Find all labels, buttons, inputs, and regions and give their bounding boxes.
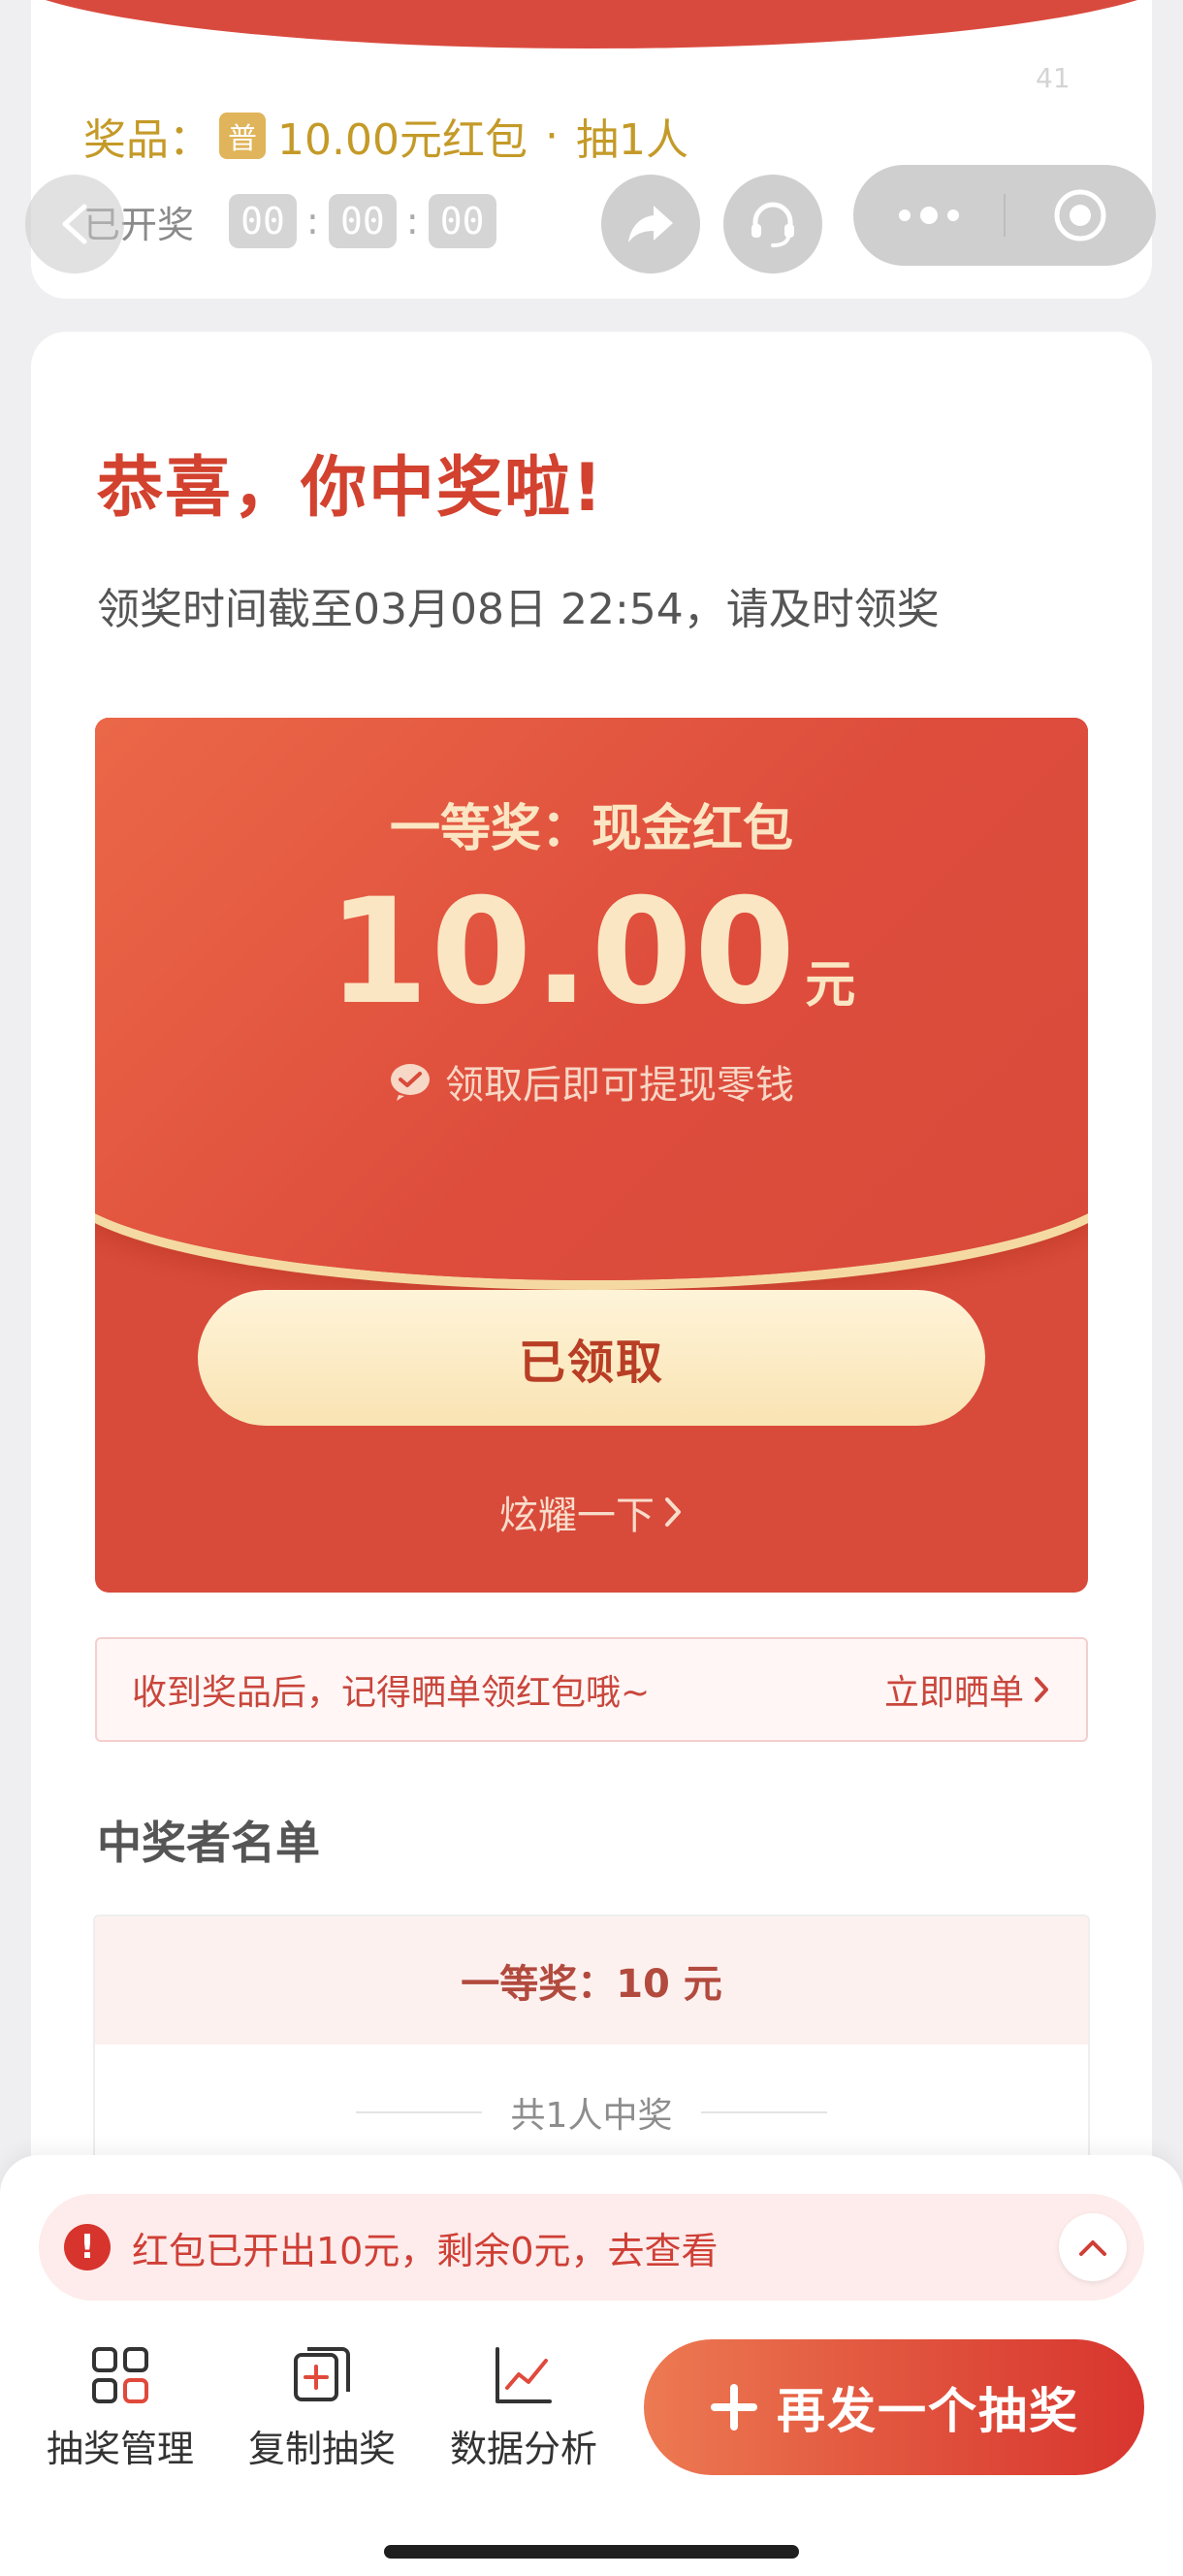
customer-service-button[interactable] <box>723 175 822 274</box>
countdown-separator: : <box>306 200 319 242</box>
notice-text: 红包已开出10元，剩余0元，去查看 <box>132 2229 719 2272</box>
close-miniprogram-button[interactable] <box>1006 186 1156 244</box>
envelope-amount-unit: 元 <box>805 956 856 1014</box>
line-chart-icon <box>496 2347 552 2403</box>
review-now-label: 立即晒单 <box>883 1673 1024 1713</box>
red-envelope: 一等奖：现金红包 10.00 元 领取后即可提现零钱 已领取 炫耀一下 <box>95 718 1088 1593</box>
divider-line <box>355 2111 482 2113</box>
show-off-link[interactable]: 炫耀一下 <box>95 1484 1088 1540</box>
data-analysis-label: 数据分析 <box>449 2428 597 2470</box>
prize-separator: · <box>544 111 559 161</box>
envelope-tip-text: 领取后即可提现零钱 <box>445 1063 794 1108</box>
expand-notice-button[interactable] <box>1059 2213 1127 2281</box>
countdown-separator: : <box>405 200 419 242</box>
draw-status: 已开奖 00 : 00 : 00 <box>83 194 496 248</box>
review-now-link[interactable]: 立即晒单 <box>884 1664 1051 1715</box>
alert-icon: ! <box>64 2224 111 2270</box>
copy-lottery-label: 复制抽奖 <box>247 2428 396 2470</box>
grid-icon <box>92 2347 148 2403</box>
share-arrow-icon <box>628 206 673 242</box>
countdown-hours: 00 <box>229 194 298 248</box>
show-off-label: 炫耀一下 <box>499 1494 655 1538</box>
prize-type-badge: 普 <box>219 113 266 159</box>
chevron-right-icon <box>1035 1677 1048 1702</box>
bottom-action-sheet: ! 红包已开出10元，剩余0元，去查看 抽奖管理 复制抽奖 数据分析 再发一个抽… <box>0 2155 1183 2576</box>
claimed-button[interactable]: 已领取 <box>198 1290 985 1426</box>
congrats-title: 恭喜，你中奖啦! <box>97 450 605 527</box>
divider-line <box>701 2111 828 2113</box>
miniprogram-capsule <box>853 165 1156 266</box>
chevron-right-icon <box>665 1497 681 1527</box>
lottery-management-label: 抽奖管理 <box>46 2428 194 2470</box>
chevron-left-icon <box>62 204 87 244</box>
wallet-check-icon <box>391 1064 430 1101</box>
envelope-amount: 10.00 元 <box>95 868 1088 1037</box>
more-dot-icon <box>946 209 959 221</box>
prize-line: 奖品： 普 10.00元红包 · 抽1人 <box>83 105 688 167</box>
header-arc <box>31 0 1152 48</box>
copy-plus-icon <box>294 2347 350 2401</box>
result-card: 恭喜，你中奖啦! 领奖时间截至03月08日 22:54，请及时领奖 一等奖：现金… <box>31 332 1152 2271</box>
countdown-seconds: 00 <box>428 194 496 248</box>
lottery-management-button[interactable]: 抽奖管理 <box>33 2345 208 2472</box>
target-circle-icon <box>1054 189 1106 242</box>
envelope-status-notice[interactable]: ! 红包已开出10元，剩余0元，去查看 <box>39 2194 1144 2301</box>
claim-deadline: 领奖时间截至03月08日 22:54，请及时领奖 <box>97 585 940 634</box>
participant-counter: 41 <box>1036 62 1071 94</box>
prize-label: 奖品： <box>83 115 211 165</box>
winners-tier-header: 一等奖：10 元 <box>95 1916 1088 2045</box>
copy-lottery-button[interactable]: 复制抽奖 <box>235 2345 409 2472</box>
more-dot-icon <box>898 209 911 221</box>
create-new-lottery-button[interactable]: 再发一个抽奖 <box>644 2339 1144 2475</box>
envelope-prize-title: 一等奖：现金红包 <box>389 800 793 858</box>
headset-icon <box>751 202 794 247</box>
data-analysis-button[interactable]: 数据分析 <box>436 2345 611 2472</box>
plus-icon <box>709 2382 759 2432</box>
review-banner-text: 收到奖品后，记得晒单领红包哦~ <box>132 1673 651 1713</box>
more-button[interactable] <box>853 207 1004 224</box>
chevron-up-icon <box>1079 2240 1106 2256</box>
countdown-minutes: 00 <box>328 194 397 248</box>
winners-title: 中奖者名单 <box>97 1817 320 1869</box>
back-button[interactable] <box>25 175 124 274</box>
prize-name: 10.00元红包 <box>277 115 528 165</box>
home-indicator <box>384 2545 799 2559</box>
prize-count: 抽1人 <box>575 115 688 165</box>
envelope-amount-value: 10.00 <box>327 868 798 1037</box>
review-banner: 收到奖品后，记得晒单领红包哦~ 立即晒单 <box>95 1637 1088 1742</box>
create-new-lottery-label: 再发一个抽奖 <box>777 2383 1079 2439</box>
more-dot-icon <box>919 207 938 224</box>
winners-count: 共1人中奖 <box>510 2096 673 2136</box>
envelope-tip: 领取后即可提现零钱 <box>95 1053 1088 1110</box>
share-button[interactable] <box>601 175 700 274</box>
